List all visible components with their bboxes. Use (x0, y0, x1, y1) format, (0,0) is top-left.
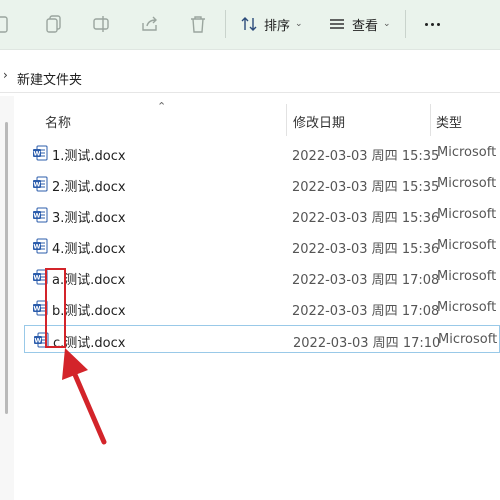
file-name[interactable]: 1.测试.docx (52, 145, 126, 164)
file-date: 2022-03-03 周四 15:36 (292, 211, 440, 226)
sort-label: 排序 (264, 18, 291, 34)
file-name[interactable]: 3.测试.docx (52, 207, 126, 226)
file-name[interactable]: 4.测试.docx (52, 238, 126, 257)
chevron-right-icon[interactable]: › (3, 68, 8, 82)
svg-text:W: W (33, 150, 40, 158)
annotation-arrow (62, 348, 107, 445)
file-row[interactable]: W 2.测试.docx 2022-03-03 周四 15:35Microsoft W (24, 170, 500, 198)
view-label: 查看 (352, 18, 379, 34)
new-item-icon[interactable] (0, 13, 14, 35)
file-type: Microsoft W (437, 145, 500, 160)
file-type: Microsoft W (437, 300, 500, 315)
word-document-icon: W (32, 207, 48, 223)
delete-icon[interactable] (187, 13, 209, 35)
annotation-highlight-box (45, 268, 66, 348)
column-divider[interactable] (286, 104, 287, 136)
column-header-type[interactable]: 类型 (436, 112, 462, 131)
more-dots-icon[interactable] (422, 11, 444, 37)
view-icon (330, 19, 344, 29)
file-row[interactable]: Wb.测试.docx2022-03-03 周四 17:08Microsoft W (24, 294, 500, 322)
sort-icon (241, 17, 257, 31)
nav-pane-scrollbar[interactable] (5, 122, 8, 414)
sort-ascending-icon: ⌃ (157, 100, 167, 113)
svg-text:W: W (33, 274, 40, 282)
column-header-date[interactable]: 修改日期 (293, 112, 345, 131)
file-date: 2022-03-03 周四 15:35 (292, 180, 440, 195)
svg-text:W: W (33, 305, 40, 313)
column-divider[interactable] (430, 104, 431, 136)
command-bar: 排序 ⌄ 查看 ⌄ (0, 0, 500, 50)
copy-icon[interactable] (43, 13, 65, 35)
file-row[interactable]: W 4.测试.docx 2022-03-03 周四 15:36Microsoft W (24, 232, 500, 260)
svg-text:W: W (34, 337, 41, 345)
sort-button[interactable]: 排序 ⌄ (240, 11, 303, 37)
file-type: Microsoft W (438, 332, 500, 347)
rename-icon[interactable] (91, 13, 113, 35)
file-date: 2022-03-03 周四 17:08 (292, 304, 440, 319)
address-bar[interactable]: › 新建文件夹 (0, 62, 500, 93)
file-row[interactable]: W 1.测试.docx 2022-03-03 周四 15:35Microsoft W (24, 139, 500, 167)
toolbar-divider (225, 10, 226, 38)
file-date: 2022-03-03 周四 15:36 (292, 242, 440, 257)
chevron-down-icon: ⌄ (295, 19, 303, 29)
file-row[interactable]: W 3.测试.docx 2022-03-03 周四 15:36Microsoft W (24, 201, 500, 229)
svg-text:W: W (33, 212, 40, 220)
svg-text:W: W (33, 181, 40, 189)
file-type: Microsoft W (437, 207, 500, 222)
file-type: Microsoft W (437, 269, 500, 284)
file-type: Microsoft W (437, 238, 500, 253)
file-date: 2022-03-03 周四 17:08 (292, 273, 440, 288)
file-date: 2022-03-03 周四 15:35 (292, 149, 440, 164)
word-document-icon: W (32, 238, 48, 254)
toolbar-divider (405, 10, 406, 38)
view-button[interactable]: 查看 ⌄ (328, 11, 391, 37)
file-name[interactable]: 2.测试.docx (52, 176, 126, 195)
file-type: Microsoft W (437, 176, 500, 191)
column-header-name[interactable]: 名称 (45, 112, 71, 131)
file-row[interactable]: Wa.测试.docx2022-03-03 周四 17:08Microsoft W (24, 263, 500, 291)
word-document-icon: W (32, 145, 48, 161)
breadcrumb-folder[interactable]: 新建文件夹 (17, 69, 82, 88)
file-date: 2022-03-03 周四 17:10 (293, 336, 441, 351)
share-icon[interactable] (139, 13, 161, 35)
chevron-down-icon: ⌄ (383, 19, 391, 29)
word-document-icon: W (32, 176, 48, 192)
column-header-row: 名称 ⌃ 修改日期 类型 (24, 100, 500, 136)
svg-text:W: W (33, 243, 40, 251)
